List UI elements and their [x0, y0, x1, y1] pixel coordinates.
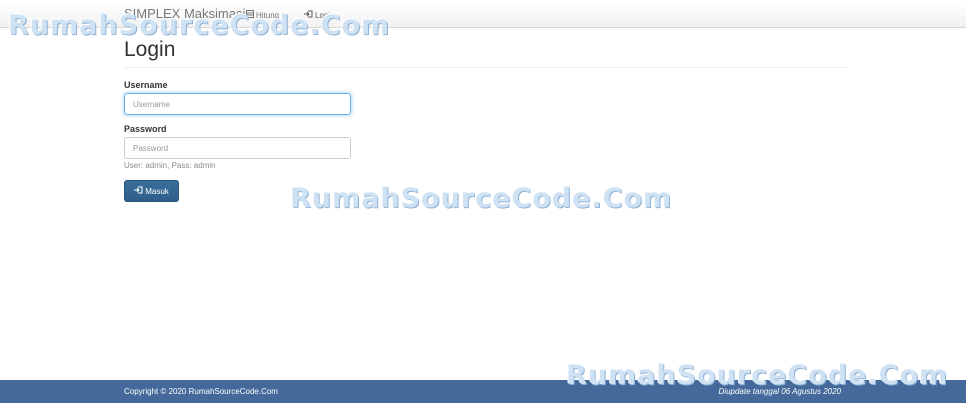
username-input[interactable] [124, 93, 351, 115]
footer: Copyright © 2020 RumahSourceCode.Com Diu… [0, 380, 966, 403]
password-label: Password [124, 124, 167, 134]
nav-item-login[interactable]: Login [304, 10, 335, 20]
copyright-text: Copyright © 2020 RumahSourceCode.Com [124, 387, 278, 396]
top-navbar: SIMPLEX Maksimasi Hitung Login [0, 0, 966, 28]
calculator-icon [246, 10, 254, 20]
brand-link[interactable]: SIMPLEX Maksimasi [124, 6, 245, 21]
credentials-hint: User: admin, Pass: admin [124, 161, 216, 170]
divider [124, 67, 848, 68]
watermark: RumahSourceCode.Com [290, 183, 673, 214]
nav-item-hitung[interactable]: Hitung [246, 10, 279, 20]
sign-in-icon [304, 10, 313, 20]
nav-item-label: Login [315, 10, 335, 20]
nav-item-label: Hitung [256, 10, 280, 20]
username-label: Username [124, 80, 168, 90]
page-title: Login [124, 38, 176, 61]
submit-button-label: Masuk [145, 186, 169, 196]
updated-text: Diupdate tanggal 06 Agustus 2020 [718, 387, 841, 396]
password-input[interactable] [124, 137, 351, 159]
sign-in-icon [134, 186, 143, 196]
submit-button[interactable]: Masuk [124, 180, 179, 202]
